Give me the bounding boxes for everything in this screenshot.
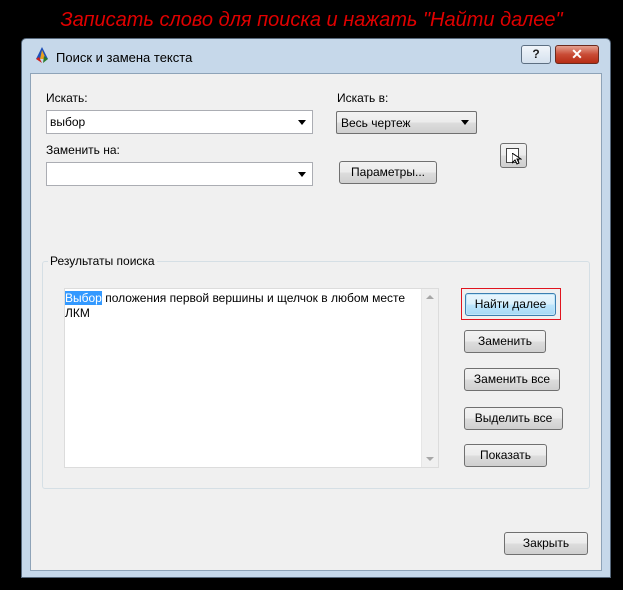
title-bar: Поиск и замена текста ? ✕: [22, 39, 610, 73]
result-item[interactable]: Выбор положения первой вершины и щелчок …: [65, 291, 410, 321]
results-group-title: Результаты поиска: [48, 254, 157, 268]
select-all-button[interactable]: Выделить все: [464, 407, 563, 430]
replace-all-button[interactable]: Заменить все: [464, 368, 560, 391]
cursor-icon: [512, 153, 522, 165]
result-text: положения первой вершины и щелчок в любо…: [65, 291, 406, 320]
chevron-down-icon[interactable]: [298, 172, 306, 177]
result-match-highlight: Выбор: [65, 291, 102, 305]
search-in-select[interactable]: Весь чертеж: [336, 111, 477, 134]
search-value: выбор: [50, 115, 86, 129]
dialog-body: Искать: выбор Искать в: Весь чертеж Заме…: [30, 73, 602, 571]
scroll-up-icon[interactable]: [426, 295, 434, 299]
window-title: Поиск и замена текста: [56, 50, 193, 65]
close-button[interactable]: Закрыть: [504, 532, 588, 555]
instruction-annotation: Записать слово для поиска и нажать "Найт…: [60, 9, 563, 31]
find-next-button[interactable]: Найти далее: [465, 293, 556, 316]
show-button[interactable]: Показать: [464, 444, 547, 467]
search-in-value: Весь чертеж: [341, 116, 411, 130]
replace-input[interactable]: [46, 162, 313, 186]
search-label: Искать:: [46, 91, 88, 105]
app-logo-icon: [36, 47, 48, 63]
search-in-label: Искать в:: [337, 91, 389, 105]
results-list[interactable]: Выбор положения первой вершины и щелчок …: [64, 288, 439, 468]
results-scrollbar[interactable]: [421, 289, 438, 467]
help-button[interactable]: ?: [521, 45, 551, 64]
chevron-down-icon[interactable]: [298, 120, 306, 125]
chevron-down-icon: [461, 120, 469, 125]
find-replace-dialog: Поиск и замена текста ? ✕ Искать: выбор …: [21, 38, 611, 578]
select-object-button[interactable]: [500, 143, 527, 168]
parameters-button[interactable]: Параметры...: [339, 161, 437, 184]
close-window-button[interactable]: ✕: [555, 45, 599, 64]
scroll-down-icon[interactable]: [426, 457, 434, 461]
search-input[interactable]: выбор: [46, 110, 313, 134]
replace-button[interactable]: Заменить: [464, 330, 546, 353]
replace-label: Заменить на:: [46, 143, 120, 157]
